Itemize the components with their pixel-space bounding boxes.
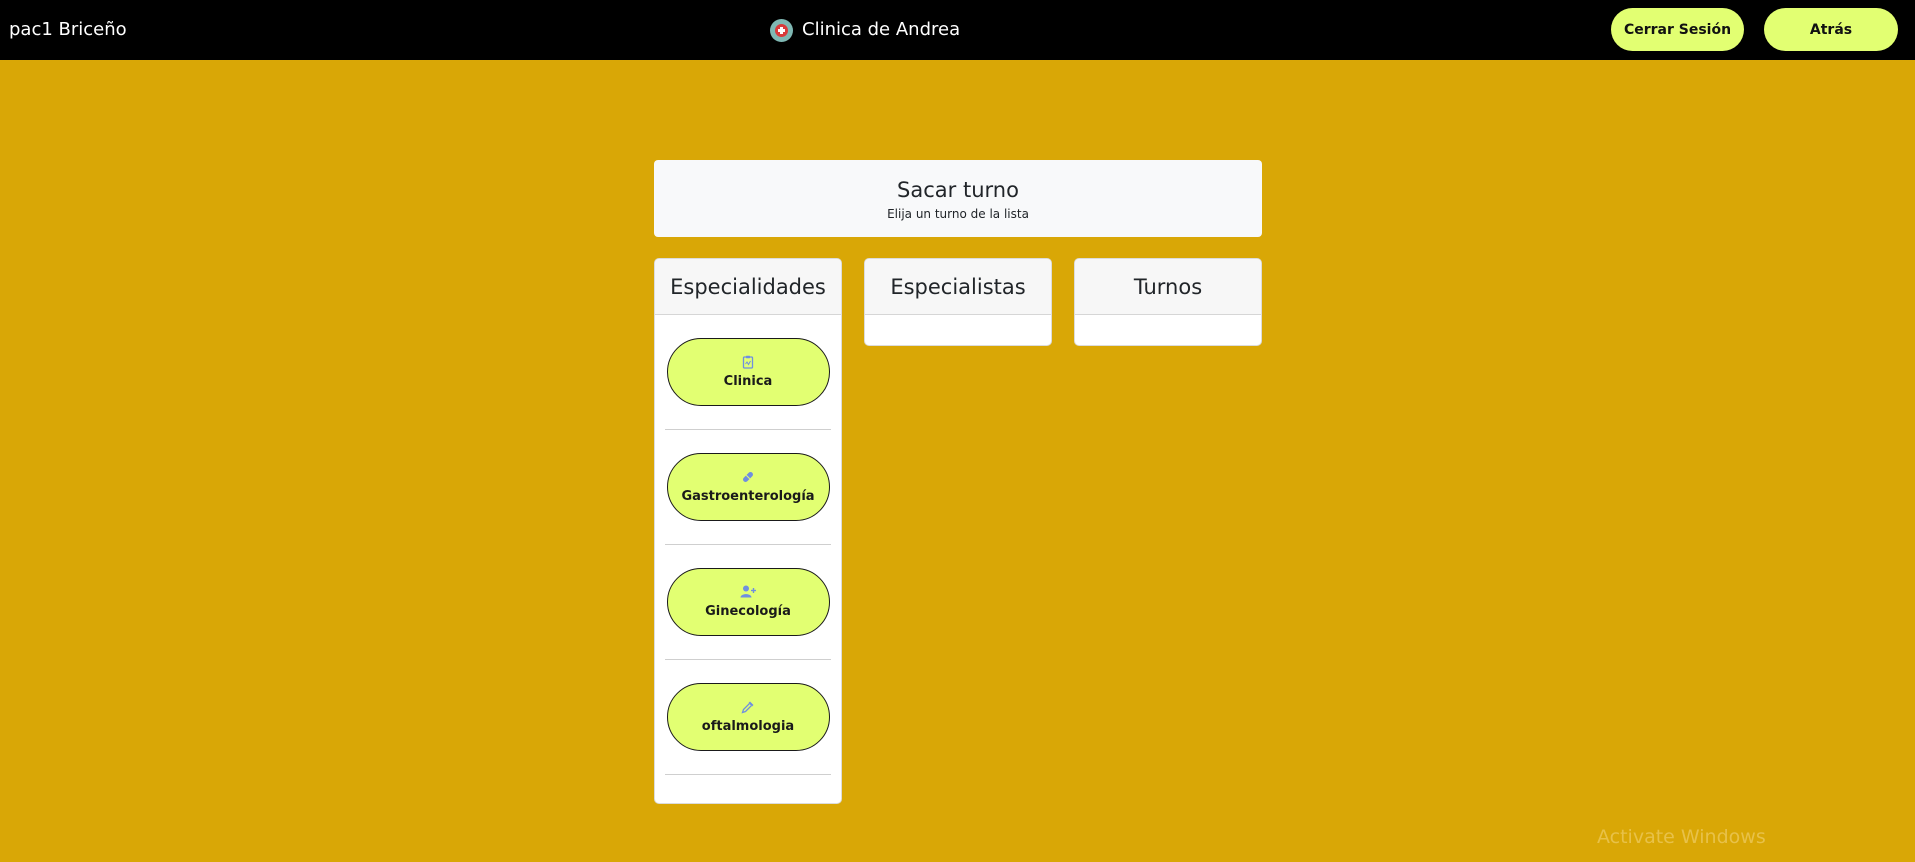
pill-icon [741, 470, 755, 486]
windows-watermark: Activate Windows [1597, 826, 1766, 848]
specialties-header: Especialidades [655, 259, 841, 315]
list-item: oftalmologia [665, 660, 831, 775]
specialty-button-gastroenterologia[interactable]: Gastroenterología [666, 453, 830, 521]
specialty-button-clinica[interactable]: Clinica [666, 338, 830, 406]
specialties-list: Clinica Gastroenterología Ginecología of… [655, 315, 841, 775]
specialty-button-oftalmologia[interactable]: oftalmologia [666, 683, 830, 751]
list-item: Clinica [665, 315, 831, 430]
clinic-logo-icon [770, 18, 793, 42]
list-item: Gastroenterología [665, 430, 831, 545]
specialty-label: Ginecología [705, 604, 791, 619]
specialties-panel: Especialidades Clinica Gastroenterología [654, 258, 842, 804]
clipboard-icon [742, 355, 754, 371]
eyedropper-icon [741, 700, 755, 716]
specialty-label: Clinica [723, 374, 773, 389]
page-header-card: Sacar turno Elija un turno de la lista [654, 160, 1262, 237]
user-plus-icon [740, 585, 756, 601]
top-navbar: pac1 Briceño Clinica de Andrea Cerrar Se… [0, 0, 1915, 60]
list-item: Ginecología [665, 545, 831, 660]
specialty-button-ginecologia[interactable]: Ginecología [666, 568, 830, 636]
brand-name: Clinica de Andrea [802, 19, 961, 40]
turns-header: Turnos [1075, 259, 1261, 315]
specialists-header: Especialistas [865, 259, 1051, 315]
specialists-panel: Especialistas [864, 258, 1052, 346]
logout-button[interactable]: Cerrar Sesión [1611, 8, 1744, 51]
user-name: pac1 Briceño [9, 19, 127, 40]
specialty-label: Gastroenterología [681, 489, 815, 504]
specialty-label: oftalmologia [701, 719, 795, 734]
turns-panel: Turnos [1074, 258, 1262, 346]
page-title: Sacar turno [897, 178, 1019, 202]
page-subtitle: Elija un turno de la lista [887, 207, 1029, 221]
back-button[interactable]: Atrás [1764, 8, 1898, 51]
brand[interactable]: Clinica de Andrea [770, 17, 960, 43]
